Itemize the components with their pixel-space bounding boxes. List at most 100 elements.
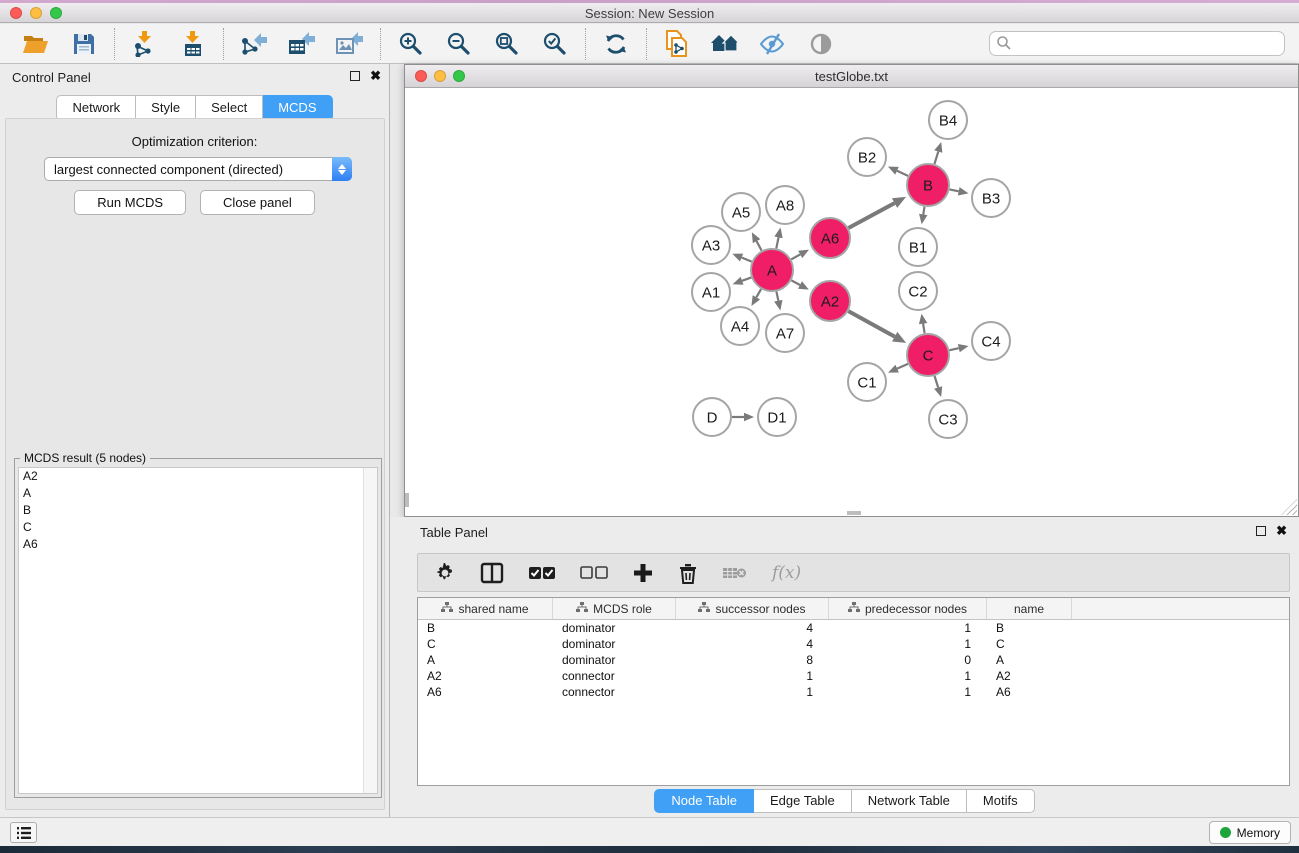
select-all-icon[interactable] <box>528 558 556 588</box>
zoom-selected-icon[interactable] <box>539 28 571 60</box>
save-session-icon[interactable] <box>68 28 100 60</box>
open-file-icon[interactable] <box>20 28 52 60</box>
table-row[interactable]: Adominator80A <box>418 652 1289 668</box>
table-row[interactable]: A2connector11A2 <box>418 668 1289 684</box>
edge-A-A6[interactable] <box>791 254 800 259</box>
edge-C-C3[interactable] <box>935 376 939 388</box>
table-cell[interactable]: 0 <box>829 653 987 667</box>
delete-table-icon[interactable] <box>722 558 748 588</box>
edge-A-A4[interactable] <box>756 289 761 297</box>
result-scrollbar[interactable] <box>363 468 377 793</box>
close-panel-icon[interactable]: ✖ <box>370 71 381 81</box>
settings-gear-icon[interactable] <box>434 558 456 588</box>
hide-details-icon[interactable] <box>757 28 789 60</box>
result-item[interactable]: B <box>19 502 377 519</box>
table-cell[interactable]: 1 <box>829 637 987 651</box>
column-header-predecessor-nodes[interactable]: predecessor nodes <box>829 598 987 619</box>
close-panel-button[interactable]: Close panel <box>200 190 315 215</box>
horizontal-scroll-thumb[interactable] <box>847 511 861 515</box>
table-cell[interactable]: 1 <box>676 685 829 699</box>
result-item[interactable]: A6 <box>19 536 377 553</box>
export-table-icon[interactable] <box>286 28 318 60</box>
table-row[interactable]: Bdominator41B <box>418 620 1289 636</box>
search-input[interactable] <box>989 31 1285 56</box>
table-cell[interactable]: 1 <box>829 621 987 635</box>
memory-button[interactable]: Memory <box>1209 821 1291 844</box>
import-network-icon[interactable] <box>129 28 161 60</box>
table-cell[interactable]: C <box>418 637 553 651</box>
network-window-titlebar[interactable]: testGlobe.txt <box>405 65 1298 88</box>
table-cell[interactable]: A2 <box>418 669 553 683</box>
refresh-icon[interactable] <box>600 28 632 60</box>
table-cell[interactable]: dominator <box>553 653 676 667</box>
table-cell[interactable]: A <box>987 653 1072 667</box>
table-cell[interactable]: A6 <box>418 685 553 699</box>
table-row[interactable]: Cdominator41C <box>418 636 1289 652</box>
table-cell[interactable]: A6 <box>987 685 1072 699</box>
table-cell[interactable]: connector <box>553 669 676 683</box>
zoom-out-icon[interactable] <box>443 28 475 60</box>
table-cell[interactable]: connector <box>553 685 676 699</box>
export-network-icon[interactable] <box>238 28 270 60</box>
table-cell[interactable]: B <box>418 621 553 635</box>
table-cell[interactable]: 4 <box>676 621 829 635</box>
add-column-icon[interactable] <box>632 558 654 588</box>
show-panels-button[interactable] <box>10 822 37 843</box>
table-row[interactable]: A6connector11A6 <box>418 684 1289 700</box>
edge-B-B4[interactable] <box>934 152 938 164</box>
tab-node-table[interactable]: Node Table <box>654 789 754 813</box>
edge-A-A2[interactable] <box>791 280 800 285</box>
edge-C-C4[interactable] <box>949 348 958 350</box>
table-cell[interactable]: 4 <box>676 637 829 651</box>
table-cell[interactable]: B <box>987 621 1072 635</box>
table-cell[interactable]: A2 <box>987 669 1072 683</box>
column-header-shared-name[interactable]: shared name <box>418 598 553 619</box>
table-cell[interactable]: 1 <box>676 669 829 683</box>
edge-A-A7[interactable] <box>776 292 778 301</box>
result-item[interactable]: A <box>19 485 377 502</box>
result-item[interactable]: C <box>19 519 377 536</box>
import-table-icon[interactable] <box>177 28 209 60</box>
edge-A6-B[interactable] <box>848 203 894 228</box>
float-table-panel-icon[interactable] <box>1256 526 1266 536</box>
result-item[interactable]: A2 <box>19 468 377 485</box>
optimization-criterion-select[interactable]: largest connected component (directed) <box>44 157 352 181</box>
edge-A-A3[interactable] <box>742 258 752 262</box>
tab-network-table[interactable]: Network Table <box>852 789 967 813</box>
column-header-successor-nodes[interactable]: successor nodes <box>676 598 829 619</box>
edge-C-C2[interactable] <box>923 324 925 334</box>
function-builder-icon[interactable]: f(x) <box>772 558 801 588</box>
network-graph[interactable]: B4B2BB3A8A5A6A3B1AA1C2A2A4A7C4CC1C3DD1 <box>405 88 1298 516</box>
float-panel-icon[interactable] <box>350 71 360 81</box>
edge-A-A8[interactable] <box>776 237 778 248</box>
home-icon[interactable] <box>709 28 741 60</box>
deselect-all-icon[interactable] <box>580 558 608 588</box>
table-cell[interactable]: A <box>418 653 553 667</box>
zoom-in-icon[interactable] <box>395 28 427 60</box>
clone-network-icon[interactable] <box>661 28 693 60</box>
tab-edge-table[interactable]: Edge Table <box>754 789 852 813</box>
table-cell[interactable]: C <box>987 637 1072 651</box>
zoom-fit-icon[interactable] <box>491 28 523 60</box>
edge-B-B3[interactable] <box>950 189 959 191</box>
column-header-name[interactable]: name <box>987 598 1072 619</box>
edge-B-B2[interactable] <box>897 171 908 176</box>
network-canvas[interactable]: B4B2BB3A8A5A6A3B1AA1C2A2A4A7C4CC1C3DD1 <box>405 88 1298 516</box>
tab-motifs[interactable]: Motifs <box>967 789 1035 813</box>
edge-A-A1[interactable] <box>742 277 751 280</box>
table-cell[interactable]: 1 <box>829 669 987 683</box>
edge-C-C1[interactable] <box>897 364 908 369</box>
close-table-panel-icon[interactable]: ✖ <box>1276 526 1287 536</box>
export-image-icon[interactable] <box>334 28 366 60</box>
show-graphic-details-icon[interactable] <box>805 28 837 60</box>
vertical-scroll-thumb[interactable] <box>405 493 409 507</box>
table-cell[interactable]: 1 <box>829 685 987 699</box>
run-mcds-button[interactable]: Run MCDS <box>74 190 186 215</box>
table-cell[interactable]: dominator <box>553 621 676 635</box>
column-view-icon[interactable] <box>480 558 504 588</box>
edge-A-A5[interactable] <box>757 241 762 250</box>
table-cell[interactable]: 8 <box>676 653 829 667</box>
delete-column-icon[interactable] <box>678 558 698 588</box>
table-cell[interactable]: dominator <box>553 637 676 651</box>
mcds-result-list[interactable]: A2ABCA6 <box>18 467 378 794</box>
